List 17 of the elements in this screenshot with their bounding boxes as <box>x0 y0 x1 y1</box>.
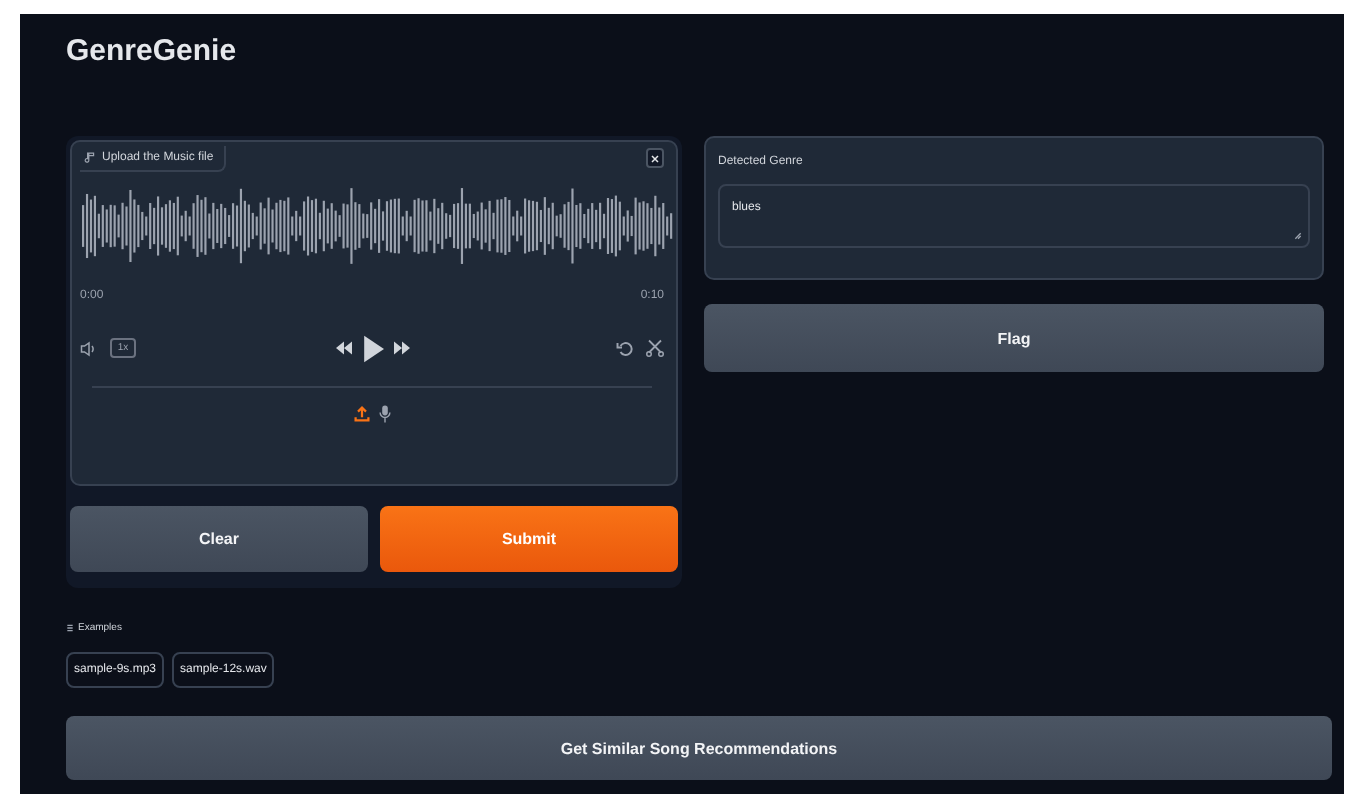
music-note-icon <box>84 151 96 163</box>
list-icon <box>66 624 74 632</box>
flag-button[interactable]: Flag <box>704 304 1324 372</box>
recommendations-button[interactable]: Get Similar Song Recommendations <box>66 716 1332 780</box>
close-button[interactable] <box>646 148 664 168</box>
undo-icon[interactable] <box>616 339 634 357</box>
app-title: GenreGenie <box>66 34 239 72</box>
play-icon[interactable] <box>361 333 383 363</box>
scissors-icon[interactable] <box>646 338 664 358</box>
volume-icon[interactable] <box>80 339 98 357</box>
clear-button[interactable]: Clear <box>70 506 368 572</box>
rewind-icon[interactable] <box>333 340 353 356</box>
resize-handle-icon[interactable] <box>1294 232 1302 240</box>
microphone-icon[interactable] <box>377 404 391 424</box>
close-icon[interactable] <box>650 153 660 163</box>
upload-icon[interactable] <box>353 406 369 422</box>
fast-forward-icon[interactable] <box>391 340 411 356</box>
